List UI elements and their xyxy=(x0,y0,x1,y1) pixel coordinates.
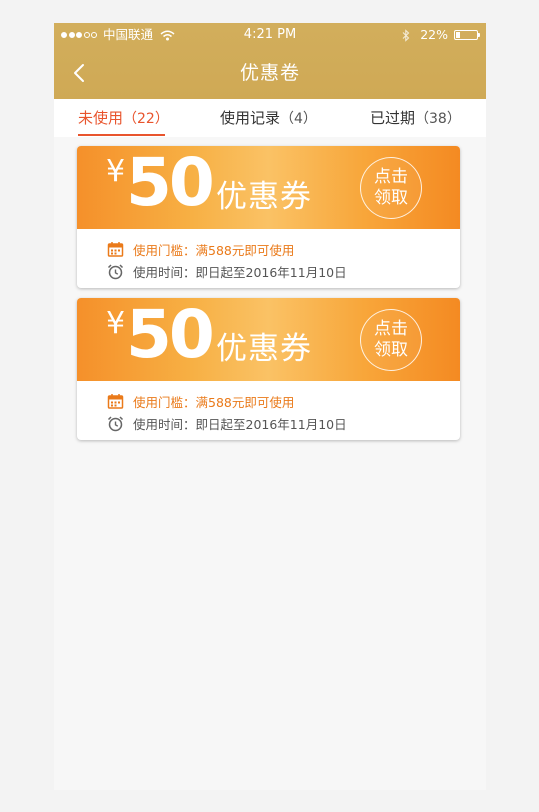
bluetooth-icon xyxy=(402,28,410,42)
coupon-threshold: 使用门槛：满588元即可使用 xyxy=(133,394,295,410)
tab-count: （4） xyxy=(280,111,317,127)
navbar: 优惠卷 xyxy=(54,47,486,99)
coupon-validity: 使用时间：即日起至2016年11月10日 xyxy=(133,416,347,432)
battery-icon xyxy=(454,30,480,40)
claim-label-line2: 领取 xyxy=(374,340,408,360)
coupon-threshold-row: 使用门槛：满588元即可使用 xyxy=(107,238,294,260)
tab-label: 未使用 xyxy=(78,109,124,127)
currency-symbol: ¥ xyxy=(106,306,126,341)
header: 中国联通 4:21 PM 22% 优惠卷 xyxy=(54,23,486,99)
coupon-amount: 50 xyxy=(126,146,215,221)
coupon-threshold-row: 使用门槛：满588元即可使用 xyxy=(107,390,294,412)
coupon-scalloped-edge xyxy=(77,224,460,234)
coupon-amount: 50 xyxy=(126,298,215,373)
alarm-clock-icon xyxy=(107,263,124,279)
calendar-icon xyxy=(107,393,124,409)
claim-label-line1: 点击 xyxy=(374,167,408,187)
tab-usage-history[interactable]: 使用记录（4） xyxy=(220,99,317,137)
coupon-label: 优惠券 xyxy=(216,331,312,367)
coupon-card[interactable]: ¥ 50 优惠券 点击 领取 使用门槛：满588元即可使用 使用时间：即日起至2… xyxy=(77,298,460,440)
currency-symbol: ¥ xyxy=(106,154,126,189)
tab-count: （22） xyxy=(123,111,169,127)
coupon-card[interactable]: ¥ 50 优惠券 点击 领取 使用门槛：满588元即可使用 使用时间：即日起至2… xyxy=(77,146,460,288)
coupon-threshold: 使用门槛：满588元即可使用 xyxy=(133,242,295,258)
coupon-banner: ¥ 50 优惠券 点击 领取 xyxy=(77,298,460,381)
tab-label: 使用记录 xyxy=(220,109,281,127)
coupon-validity-row: 使用时间：即日起至2016年11月10日 xyxy=(107,412,347,434)
coupon-validity: 使用时间：即日起至2016年11月10日 xyxy=(133,264,347,280)
claim-label-line1: 点击 xyxy=(374,319,408,339)
tab-label: 已过期 xyxy=(370,109,416,127)
claim-button[interactable]: 点击 领取 xyxy=(360,157,422,219)
tab-bar: 未使用（22） 使用记录（4） 已过期（38） xyxy=(54,99,486,137)
status-right: 22% xyxy=(402,23,480,47)
coupon-label: 优惠券 xyxy=(216,179,312,215)
coupon-validity-row: 使用时间：即日起至2016年11月10日 xyxy=(107,260,347,282)
page-background: 中国联通 4:21 PM 22% 优惠卷 未使用（22） 使用记录（4） 已过期… xyxy=(0,0,539,812)
claim-label-line2: 领取 xyxy=(374,188,408,208)
phone-screen: 中国联通 4:21 PM 22% 优惠卷 未使用（22） 使用记录（4） 已过期… xyxy=(54,23,486,790)
alarm-clock-icon xyxy=(107,415,124,431)
tab-expired[interactable]: 已过期（38） xyxy=(370,99,461,137)
battery-percent: 22% xyxy=(420,27,448,42)
tab-unused[interactable]: 未使用（22） xyxy=(78,99,169,137)
coupon-banner: ¥ 50 优惠券 点击 领取 xyxy=(77,146,460,229)
claim-button[interactable]: 点击 领取 xyxy=(360,309,422,371)
tab-count: （38） xyxy=(415,111,461,127)
battery-level xyxy=(456,32,461,38)
page-title: 优惠卷 xyxy=(239,62,300,84)
active-tab-indicator xyxy=(78,134,165,136)
coupon-scalloped-edge xyxy=(77,376,460,386)
calendar-icon xyxy=(107,241,124,257)
status-bar: 中国联通 4:21 PM 22% xyxy=(54,23,486,47)
